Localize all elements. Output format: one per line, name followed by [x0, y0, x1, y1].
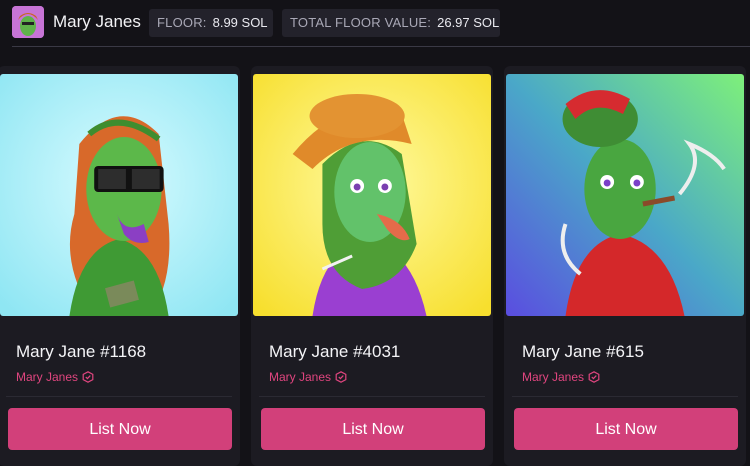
total-floor-value-label: TOTAL FLOOR VALUE:	[290, 15, 432, 30]
list-now-button[interactable]: List Now	[514, 408, 738, 450]
total-floor-value: 26.97 SOL	[437, 15, 500, 30]
verified-badge-icon	[335, 371, 347, 383]
nft-collection-link[interactable]: Mary Janes	[16, 370, 94, 384]
floor-stat: FLOOR: 8.99 SOL	[149, 9, 273, 37]
list-now-button[interactable]: List Now	[261, 408, 485, 450]
nft-collection-label: Mary Janes	[16, 370, 79, 384]
card-divider	[6, 396, 232, 397]
card-divider	[259, 396, 485, 397]
nft-name[interactable]: Mary Jane #4031	[269, 342, 400, 362]
collection-avatar-icon[interactable]	[12, 6, 44, 38]
nft-image[interactable]	[253, 74, 491, 316]
header-divider	[12, 46, 750, 47]
nft-card[interactable]: Mary Jane #615 Mary Janes List Now	[504, 66, 746, 466]
nft-image[interactable]	[506, 74, 744, 316]
nft-collection-label: Mary Janes	[269, 370, 332, 384]
floor-value: 8.99 SOL	[212, 15, 268, 30]
nft-card[interactable]: Mary Jane #1168 Mary Janes List Now	[0, 66, 240, 466]
nft-image[interactable]	[0, 74, 238, 316]
list-now-button[interactable]: List Now	[8, 408, 232, 450]
nft-card[interactable]: Mary Jane #4031 Mary Janes List Now	[251, 66, 493, 466]
collection-header: Mary Janes FLOOR: 8.99 SOL TOTAL FLOOR VA…	[0, 0, 750, 46]
total-floor-value-stat: TOTAL FLOOR VALUE: 26.97 SOL	[282, 9, 500, 37]
verified-badge-icon	[588, 371, 600, 383]
card-divider	[512, 396, 738, 397]
nft-collection-link[interactable]: Mary Janes	[269, 370, 347, 384]
nft-collection-label: Mary Janes	[522, 370, 585, 384]
nft-collection-link[interactable]: Mary Janes	[522, 370, 600, 384]
verified-badge-icon	[82, 371, 94, 383]
nft-name[interactable]: Mary Jane #615	[522, 342, 644, 362]
floor-label: FLOOR:	[157, 15, 207, 30]
nft-name[interactable]: Mary Jane #1168	[16, 342, 146, 362]
collection-title[interactable]: Mary Janes	[53, 12, 141, 32]
